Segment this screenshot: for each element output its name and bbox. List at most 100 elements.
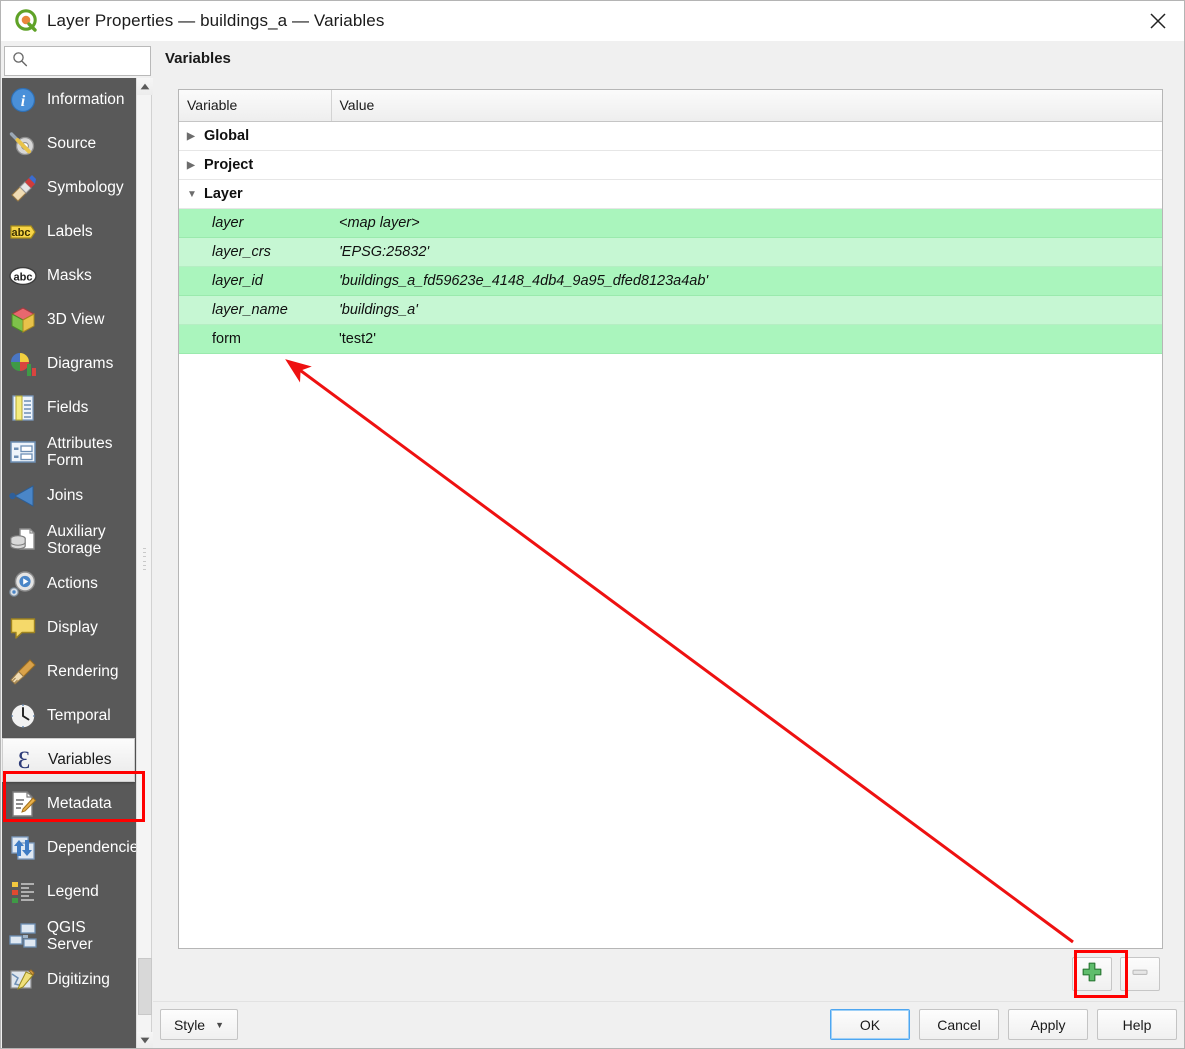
add-variable-button[interactable] (1072, 957, 1112, 991)
column-header-value[interactable]: Value (331, 90, 1162, 122)
sidebar-item-diagrams[interactable]: Diagrams (2, 342, 136, 386)
attributes-form-icon (8, 437, 38, 467)
legend-icon (8, 877, 38, 907)
sidebar-item-label: Temporal (47, 707, 111, 725)
group-name: Layer (204, 185, 243, 202)
table-row[interactable]: form'test2' (179, 324, 1162, 354)
3d-view-icon (8, 305, 38, 335)
sidebar-item-variables[interactable]: Ɛ Variables (2, 738, 135, 782)
sidebar-item-joins[interactable]: Joins (2, 474, 136, 518)
information-icon: i (8, 85, 38, 115)
joins-icon (8, 481, 38, 511)
auxiliary-storage-icon (8, 525, 38, 555)
cancel-button[interactable]: Cancel (919, 1009, 999, 1040)
close-icon[interactable] (1130, 1, 1184, 41)
scroll-up-arrow-icon[interactable] (137, 78, 153, 95)
chevron-down-icon: ▼ (215, 1019, 225, 1030)
group-label[interactable]: ▼ Layer (179, 179, 331, 209)
column-header-variable[interactable]: Variable (179, 90, 332, 122)
sidebar-item-fields[interactable]: Fields (2, 386, 136, 430)
sidebar-item-label: Source (47, 135, 97, 153)
main-panel: Variables Variable Value ▶ Global ▶ Project… (153, 42, 1184, 1003)
sidebar-item-label: QGIS Server (47, 918, 93, 953)
sidebar-item-label: Information (47, 91, 125, 109)
sidebar-item-label: 3D View (47, 311, 105, 329)
variable-value-cell[interactable]: 'EPSG:25832' (331, 237, 1162, 267)
sidebar-item-metadata[interactable]: Metadata (2, 782, 136, 826)
sidebar-item-auxiliary-storage[interactable]: Auxiliary Storage (2, 518, 136, 562)
variables-icon: Ɛ (9, 745, 39, 775)
scrollbar-thumb[interactable] (138, 958, 152, 1015)
sidebar-item-information[interactable]: i Information (2, 78, 136, 122)
sidebar-item-label: Masks (47, 267, 92, 285)
sidebar-item-dependencies[interactable]: Dependencies (2, 826, 136, 870)
title-bar: Layer Properties — buildings_a — Variabl… (1, 1, 1184, 41)
table-row[interactable]: layer <map layer> (179, 208, 1162, 238)
sidebar[interactable]: i Information Source Symbology abc Labels abc M… (2, 78, 136, 1048)
dialog-buttons: OK Cancel Apply Help (830, 1009, 1177, 1040)
group-label[interactable]: ▶ Project (179, 150, 331, 180)
sidebar-item-labels[interactable]: abc Labels (2, 210, 136, 254)
expand-triangle-right-icon[interactable]: ▶ (187, 131, 201, 142)
sidebar-item-label: Display (47, 619, 98, 637)
sidebar-item-label: Joins (47, 487, 84, 505)
scrollbar-track-marks (143, 548, 147, 570)
variable-name-cell[interactable]: layer (179, 208, 331, 238)
variable-name-cell[interactable]: layer_id (179, 266, 331, 296)
help-button[interactable]: Help (1097, 1009, 1177, 1040)
table-row[interactable]: layer_crs 'EPSG:25832' (179, 237, 1162, 267)
variable-group-row[interactable]: ▶ Global (179, 121, 1162, 151)
ok-button[interactable]: OK (830, 1009, 910, 1040)
group-label[interactable]: ▶ Global (179, 121, 331, 151)
masks-icon: abc (8, 261, 38, 291)
sidebar-item-display[interactable]: Display (2, 606, 136, 650)
sidebar-item-masks[interactable]: abc Masks (2, 254, 136, 298)
sidebar-scrollbar[interactable] (136, 78, 153, 1048)
dependencies-icon (8, 833, 38, 863)
variable-value-cell[interactable]: <map layer> (331, 208, 1162, 238)
actions-icon (8, 569, 38, 599)
sidebar-item-source[interactable]: Source (2, 122, 136, 166)
sidebar-item-digitizing[interactable]: Digitizing (2, 958, 136, 1002)
sidebar-item-3d-view[interactable]: 3D View (2, 298, 136, 342)
variable-value-cell[interactable]: 'buildings_a_fd59623e_4148_4db4_9a95_dfe… (331, 266, 1162, 296)
search-input[interactable] (32, 52, 142, 70)
sidebar-item-attributes-form[interactable]: Attributes Form (2, 430, 136, 474)
sidebar-item-label: Auxiliary Storage (47, 522, 106, 557)
sidebar-item-label: Fields (47, 399, 89, 417)
temporal-icon (8, 701, 38, 731)
table-header-row: Variable Value (179, 90, 1162, 122)
table-row[interactable]: layer_name'buildings_a' (179, 295, 1162, 325)
sidebar-item-actions[interactable]: Actions (2, 562, 136, 606)
remove-variable-button[interactable] (1120, 957, 1160, 991)
table-row[interactable]: layer_id'buildings_a_fd59623e_4148_4db4_… (179, 266, 1162, 296)
variable-group-row[interactable]: ▼ Layer (179, 179, 1162, 209)
expand-triangle-down-icon[interactable]: ▼ (187, 189, 201, 200)
variable-name-cell[interactable]: form (179, 324, 331, 354)
variables-table-container[interactable]: Variable Value ▶ Global ▶ Project ▼ Layer laye… (178, 89, 1163, 949)
sidebar-item-label: Actions (47, 575, 98, 593)
sidebar-item-label: Dependencies (47, 839, 136, 857)
sidebar-item-temporal[interactable]: Temporal (2, 694, 136, 738)
scroll-down-arrow-icon[interactable] (137, 1032, 153, 1048)
symbology-icon (8, 173, 38, 203)
rendering-icon (8, 657, 38, 687)
labels-icon: abc (8, 217, 38, 247)
window-title: Layer Properties — buildings_a — Variabl… (47, 11, 385, 30)
search-icon (12, 51, 28, 72)
expand-triangle-right-icon[interactable]: ▶ (187, 160, 201, 171)
sidebar-item-qgis-server[interactable]: QGIS Server (2, 914, 136, 958)
dialog-button-bar: Style ▼ OK Cancel Apply Help (153, 1001, 1184, 1047)
variable-name-cell[interactable]: layer_crs (179, 237, 331, 267)
variable-value-cell[interactable]: 'buildings_a' (331, 295, 1162, 325)
variable-group-row[interactable]: ▶ Project (179, 150, 1162, 180)
search-box[interactable] (4, 46, 151, 76)
sidebar-item-symbology[interactable]: Symbology (2, 166, 136, 210)
style-button[interactable]: Style ▼ (160, 1009, 238, 1040)
sidebar-item-legend[interactable]: Legend (2, 870, 136, 914)
sidebar-item-rendering[interactable]: Rendering (2, 650, 136, 694)
variable-value-cell[interactable]: 'test2' (331, 324, 1162, 354)
style-button-label: Style (173, 1016, 206, 1033)
variable-name-cell[interactable]: layer_name (179, 295, 331, 325)
apply-button[interactable]: Apply (1008, 1009, 1088, 1040)
